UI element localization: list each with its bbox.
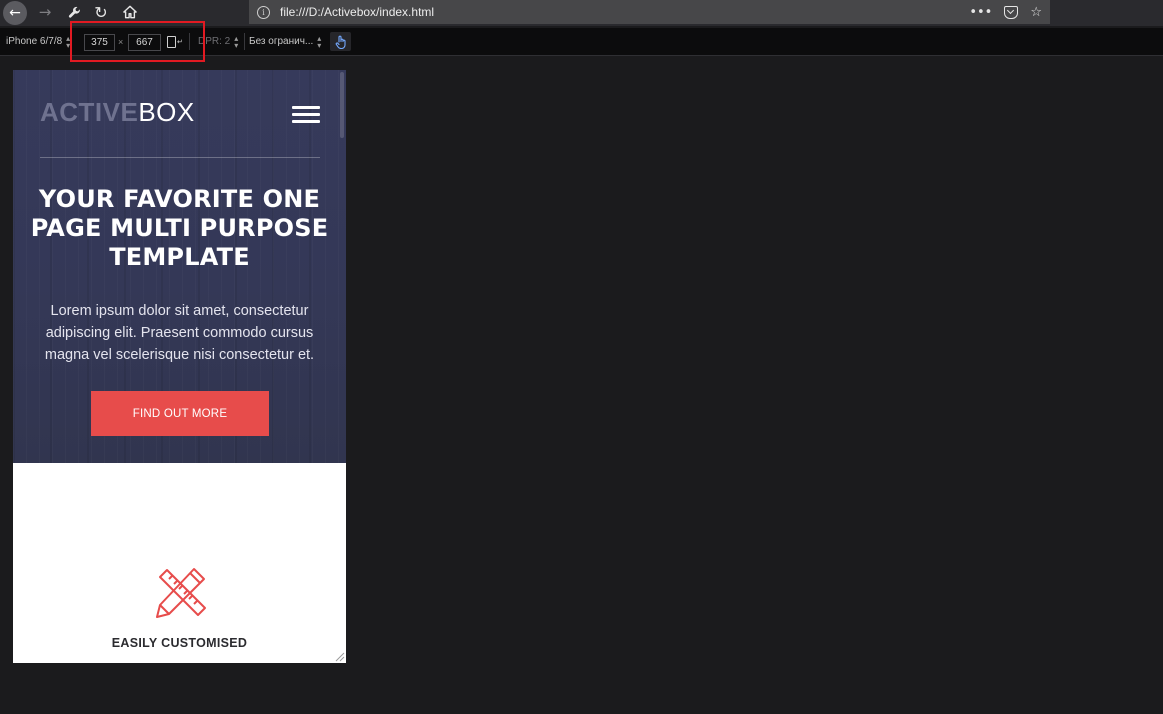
- site-logo[interactable]: ACTIVEBOX: [40, 98, 195, 126]
- arrow-right-icon: →: [38, 3, 52, 21]
- hero-title: YOUR FAVORITE ONE PAGE MULTI PURPOSE TEM…: [30, 185, 329, 271]
- hero-section: ACTIVEBOX YOUR FAVORITE ONE PAGE MULTI P…: [13, 70, 346, 463]
- select-caret-icon: ▴ ▾: [234, 33, 239, 50]
- pencil-ruler-icon: [156, 568, 206, 618]
- hamburger-menu-icon[interactable]: [292, 106, 320, 123]
- toolbar-separator: [244, 33, 245, 50]
- touch-icon: [335, 35, 346, 49]
- device-name: iPhone 6/7/8: [6, 36, 63, 47]
- arrow-left-icon: ←: [9, 5, 21, 21]
- back-button[interactable]: ←: [3, 1, 27, 25]
- hero-text: Lorem ipsum dolor sit amet, consectetur …: [44, 303, 315, 363]
- touch-simulation-button[interactable]: [330, 32, 351, 51]
- dimension-highlight-box: [70, 21, 205, 62]
- throttling-label: Без огранич...: [249, 36, 314, 47]
- forward-button[interactable]: →: [33, 0, 57, 24]
- feature-title: EASILY CUSTOMISED: [111, 636, 248, 650]
- more-dots-icon[interactable]: •••: [969, 5, 992, 20]
- viewport-scrollbar[interactable]: [340, 72, 344, 138]
- url-text[interactable]: file:///D:/Activebox/index.html: [280, 5, 434, 19]
- url-actions: ••• ☆: [969, 0, 1042, 24]
- reload-icon: ↻: [94, 2, 108, 22]
- device-selector[interactable]: iPhone 6/7/8 ▴ ▾: [6, 28, 70, 55]
- pocket-icon[interactable]: [1004, 5, 1019, 19]
- select-caret-icon: ▴ ▾: [317, 33, 322, 50]
- find-out-more-button[interactable]: FIND OUT MORE: [91, 391, 269, 436]
- network-throttling-selector[interactable]: Без огранич... ▴ ▾: [249, 28, 321, 55]
- address-bar[interactable]: i file:///D:/Activebox/index.html ••• ☆: [249, 0, 1050, 24]
- logo-light-text: BOX: [138, 97, 195, 127]
- wrench-icon: [68, 6, 80, 18]
- logo-bold-text: ACTIVE: [40, 97, 139, 127]
- star-icon[interactable]: ☆: [1030, 5, 1042, 20]
- info-icon[interactable]: i: [257, 5, 270, 19]
- device-viewport: ACTIVEBOX YOUR FAVORITE ONE PAGE MULTI P…: [13, 70, 346, 663]
- resize-grip-icon[interactable]: [333, 650, 345, 662]
- hero-divider: [40, 157, 320, 158]
- home-icon: [123, 5, 137, 19]
